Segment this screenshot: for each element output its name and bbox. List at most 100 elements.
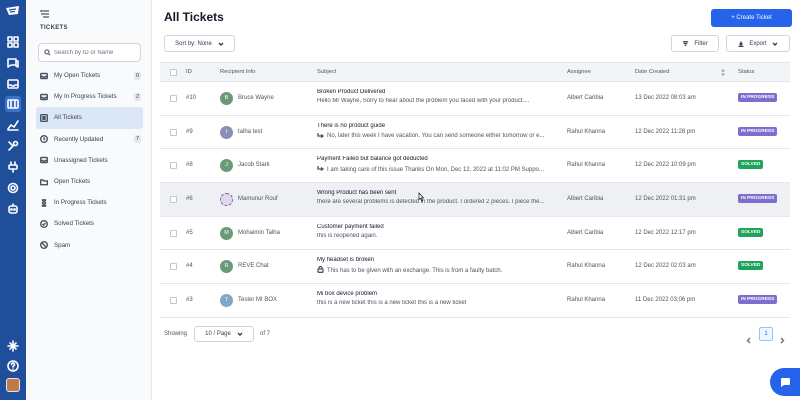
integrations-icon[interactable] <box>5 159 21 175</box>
collapse-menu-icon[interactable] <box>38 6 50 18</box>
date-created: 12 Dec 2022 02:03 am <box>635 263 696 270</box>
subject-title[interactable]: My headset is broken <box>317 257 560 263</box>
settings-icon[interactable] <box>5 180 21 196</box>
date-created: 12 Dec 2022 01:31 pm <box>635 196 696 203</box>
recipient-name[interactable]: Bruce Wayne <box>238 95 274 101</box>
subject-title[interactable]: Customer payment failed <box>317 224 560 230</box>
chat-bubble-icon <box>781 378 790 387</box>
ticket-id[interactable]: #10 <box>186 95 196 101</box>
ticket-search[interactable] <box>38 43 141 62</box>
subject-cell[interactable]: There is no product guide No, later this … <box>317 123 560 141</box>
recipient-name[interactable]: Mamunur Rouf <box>238 196 278 202</box>
count-badge: 2 <box>134 92 141 101</box>
preview-text: this is a new ticket this is a new ticke… <box>317 300 467 307</box>
sidebar-item-my-in-progress[interactable]: My In Progress Tickets 2 <box>36 86 143 107</box>
row-checkbox[interactable] <box>170 229 177 237</box>
sidebar-item-all-tickets[interactable]: All Tickets <box>36 107 143 129</box>
tools-icon[interactable] <box>5 138 21 154</box>
table-row[interactable]: #4 R REVE Chat My headset is broken This has… <box>160 250 790 285</box>
subject-preview: this is reopened again. <box>317 233 560 239</box>
chat-widget-button[interactable] <box>770 368 800 396</box>
ticket-id[interactable]: #3 <box>186 297 193 303</box>
table-row[interactable]: #10 B Bruce Wayne Broken Product Delivered H… <box>160 82 790 116</box>
page-size-value: 10 / Page <box>205 331 231 337</box>
table-row[interactable]: #5 M Mohaimin Talha Customer payment failed… <box>160 217 790 251</box>
column-date-created[interactable]: Date Created <box>635 69 669 75</box>
status-badge: SOLVED <box>738 227 764 237</box>
recipient-name[interactable]: REVE Chat <box>238 263 269 269</box>
sidebar-item-label: Recently Updated <box>54 135 104 143</box>
ticket-id[interactable]: #5 <box>186 230 193 236</box>
export-button[interactable]: Export <box>726 35 790 52</box>
sidebar-item-label: In Progress Tickets <box>54 199 107 207</box>
user-avatar[interactable] <box>6 378 20 392</box>
sidebar-list: My Open Tickets 0 My In Progress Tickets… <box>36 65 143 256</box>
showing-label: Showing <box>164 331 188 337</box>
recipient-name[interactable]: talha test <box>238 129 262 135</box>
sort-arrows-icon[interactable] <box>720 68 726 77</box>
row-checkbox[interactable] <box>170 162 177 170</box>
search-input[interactable] <box>54 49 140 56</box>
ticket-id[interactable]: #8 <box>186 162 193 168</box>
row-checkbox[interactable] <box>170 263 177 271</box>
date-created: 13 Dec 2022 08:03 am <box>635 95 696 101</box>
subject-cell[interactable]: Broken Product Delivered Hello Mr Wayne, … <box>317 89 560 104</box>
sidebar-item-recently-updated[interactable]: Recently Updated 7 <box>36 129 143 150</box>
help-icon[interactable] <box>5 358 21 374</box>
preview-text: No, later this week I have vacation. You… <box>327 133 545 140</box>
subject-preview: there are several problems is detected i… <box>317 199 560 205</box>
chat-icon[interactable] <box>5 55 21 71</box>
sidebar-item-my-open[interactable]: My Open Tickets 0 <box>36 65 143 86</box>
avatar: R <box>220 260 233 274</box>
subject-cell[interactable]: Payment Failed but balance got deducted I… <box>317 156 560 174</box>
previous-page-icon[interactable] <box>746 331 752 344</box>
sidebar-item-in-progress[interactable]: In Progress Tickets <box>36 192 143 213</box>
sparkle-icon[interactable] <box>5 338 21 354</box>
subject-title[interactable]: Wrong Product has been sent <box>317 190 560 196</box>
sidebar-item-spam[interactable]: Spam <box>36 235 143 256</box>
recipient-name[interactable]: Jacob Stark <box>238 162 270 168</box>
page-title: All Tickets <box>164 10 224 24</box>
list-icon <box>39 113 48 122</box>
sidebar-item-unassigned[interactable]: Unassigned Tickets <box>36 150 143 171</box>
ticket-id[interactable]: #6 <box>186 196 193 202</box>
subject-cell[interactable]: My headset is broken This has to be given… <box>317 257 560 275</box>
select-all-checkbox[interactable] <box>170 69 177 76</box>
sidebar-item-solved[interactable]: Solved Tickets <box>36 213 143 234</box>
column-assignee: Assignee <box>567 69 591 75</box>
subject-cell[interactable]: Customer payment failed this is reopened … <box>317 224 560 239</box>
sort-dropdown[interactable]: Sort by: None <box>164 35 235 52</box>
subject-cell[interactable]: Wrong Product has been sent there are sev… <box>317 190 560 205</box>
avatar: J <box>220 159 233 173</box>
table-row[interactable]: #6 Mamunur Rouf Wrong Product has been sen… <box>160 183 790 217</box>
create-ticket-button[interactable]: + Create Ticket <box>711 9 792 27</box>
recipient-name[interactable]: Tester MI BOX <box>238 297 277 303</box>
ticket-id[interactable]: #9 <box>186 129 193 135</box>
tickets-icon[interactable] <box>5 96 21 112</box>
subject-title[interactable]: Payment Failed but balance got deducted <box>317 156 560 162</box>
next-page-icon[interactable] <box>779 331 785 344</box>
ticket-id[interactable]: #4 <box>186 263 193 269</box>
table-row[interactable]: #9 t talha test There is no product guide No… <box>160 116 790 150</box>
subject-title[interactable]: Mi box device problem <box>317 291 560 297</box>
filter-button[interactable]: Filter <box>671 35 719 52</box>
current-page-button[interactable]: 1 <box>759 327 773 341</box>
row-checkbox[interactable] <box>170 196 177 204</box>
subject-cell[interactable]: Mi box device problem this is a new ticke… <box>317 291 560 306</box>
dashboard-icon[interactable] <box>5 34 21 50</box>
subject-title[interactable]: There is no product guide <box>317 123 560 129</box>
sidebar-item-open[interactable]: Open Tickets <box>36 171 143 192</box>
subject-title[interactable]: Broken Product Delivered <box>317 89 560 95</box>
table-row[interactable]: #8 J Jacob Stark Payment Failed but balance… <box>160 149 790 184</box>
recipient-name[interactable]: Mohaimin Talha <box>238 230 280 236</box>
analytics-icon[interactable] <box>5 117 21 133</box>
page-size-select[interactable]: 10 / Page <box>194 326 254 342</box>
app-logo-icon[interactable] <box>4 4 22 18</box>
bot-icon[interactable] <box>5 201 21 217</box>
row-checkbox[interactable] <box>170 128 177 136</box>
table-row[interactable]: #3 T Tester MI BOX Mi box device problem thi… <box>160 284 790 318</box>
filter-label: Filter <box>694 40 708 47</box>
inbox-icon[interactable] <box>5 76 21 92</box>
row-checkbox[interactable] <box>170 297 177 305</box>
row-checkbox[interactable] <box>170 95 177 102</box>
